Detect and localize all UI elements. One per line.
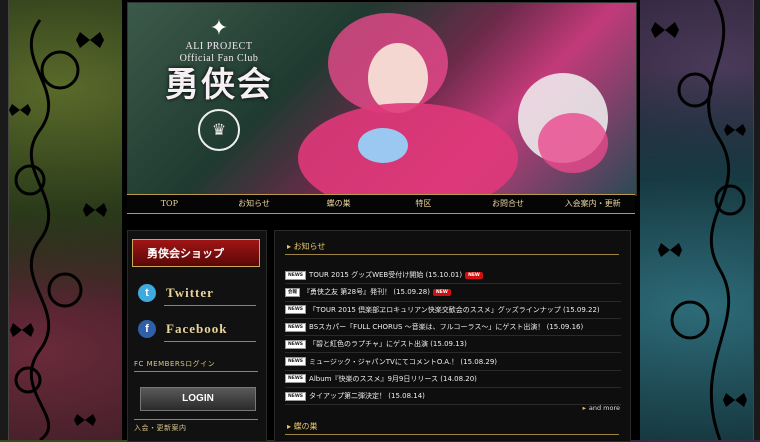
news-panel: ▸ お知らせ NEWS TOUR 2015 グッズWEB受付け開始 (15.10.… xyxy=(274,230,631,442)
news-list: NEWS TOUR 2015 グッズWEB受付け開始 (15.10.01) NEW … xyxy=(285,267,621,406)
news-tag: NEWS xyxy=(285,305,307,315)
news-tag: NEWS xyxy=(285,270,307,280)
news-text: TOUR 2015 グッズWEB受付け開始 (15.10.01) xyxy=(309,271,463,280)
twitter-label: Twitter xyxy=(166,285,214,300)
news-heading: ▸ お知らせ xyxy=(287,241,325,252)
butterfly-nest-heading: ▸ 蝶の巣 xyxy=(287,421,318,432)
site-container: ✦ ALI PROJECT Official Fan Club 勇侠会 ♛ TO… xyxy=(122,0,640,442)
news-tag: NEWS xyxy=(285,357,307,367)
login-section-title: FC MEMBERSログイン xyxy=(134,360,216,368)
divider xyxy=(285,254,619,255)
divider xyxy=(134,419,258,420)
news-item[interactable]: NEWS TOUR 2015 グッズWEB受付け開始 (15.10.01) NEW xyxy=(285,267,621,285)
news-text: BSスカパー「FULL CHORUS ～音楽は、フルコーラス～」にゲスト出演！ … xyxy=(309,323,584,332)
divider xyxy=(285,434,619,435)
nav-special[interactable]: 特区 xyxy=(381,195,466,213)
news-item[interactable]: NEWS ミュージック・ジャパンTVにてコメントO.A.！ (15.08.29) xyxy=(285,353,621,371)
facebook-icon: f xyxy=(138,320,156,338)
main-nav: TOP お知らせ 蝶の巣 特区 お問合せ 入会案内・更新 xyxy=(127,194,635,214)
sidebar: 勇侠会ショップ t Twitter f Facebook FC MEMBERSロ… xyxy=(127,230,267,442)
divider xyxy=(164,305,256,306)
news-text: タイアップ第二弾決定！ (15.08.14) xyxy=(309,392,425,401)
butterfly-ornament-left xyxy=(9,19,107,440)
twitter-icon: t xyxy=(138,284,156,302)
new-badge: NEW xyxy=(465,271,483,279)
nav-news[interactable]: お知らせ xyxy=(212,195,297,213)
news-heading-text: お知らせ xyxy=(293,242,326,251)
facebook-label: Facebook xyxy=(166,321,228,336)
news-tag: 会報 xyxy=(285,287,300,297)
logo-artist: ALI PROJECT xyxy=(185,41,253,52)
arrow-icon: ▸ xyxy=(582,404,586,412)
news-text: Album『快楽のススメ』9月9日リリース (14.08.20) xyxy=(309,374,477,383)
fanclub-logo: ✦ ALI PROJECT Official Fan Club 勇侠会 ♛ xyxy=(164,17,274,151)
logo-subtitle: Official Fan Club xyxy=(179,53,259,64)
nav-butterfly-nest[interactable]: 蝶の巣 xyxy=(296,195,381,213)
news-item[interactable]: NEWS 「碧と紅色のラプチャ」にゲスト出演 (15.09.13) xyxy=(285,336,621,354)
news-tag: NEWS xyxy=(285,391,307,401)
nav-top[interactable]: TOP xyxy=(127,195,212,213)
news-text: 『勇侠之友 第28号』発刊！ (15.09.28) xyxy=(303,288,430,297)
divider xyxy=(164,341,256,342)
nav-join[interactable]: 入会案内・更新 xyxy=(550,195,635,213)
facebook-link[interactable]: f Facebook xyxy=(138,319,256,342)
news-item[interactable]: NEWS タイアップ第二弾決定！ (15.08.14) xyxy=(285,388,621,406)
news-tag: NEWS xyxy=(285,322,307,332)
twitter-link[interactable]: t Twitter xyxy=(138,283,256,306)
logo-title: 勇侠会 xyxy=(165,65,273,105)
news-item[interactable]: NEWS Album『快楽のススメ』9月9日リリース (14.08.20) xyxy=(285,371,621,389)
butterfly-ornament-right xyxy=(651,0,747,440)
news-item[interactable]: 会報 『勇侠之友 第28号』発刊！ (15.09.28) NEW xyxy=(285,284,621,302)
news-text: 「TOUR 2015 倶楽部ヱロキュリアン快楽交歓会のススメ」グッズラインナップ… xyxy=(309,305,600,314)
divider xyxy=(134,371,258,372)
join-section-title[interactable]: 入会・更新案内 xyxy=(134,423,187,433)
news-tag: NEWS xyxy=(285,339,307,349)
news-item[interactable]: NEWS BSスカパー「FULL CHORUS ～音楽は、フルコーラス～」にゲスト… xyxy=(285,319,621,337)
butterfly-icon: ✦ xyxy=(209,16,229,41)
news-text: ミュージック・ジャパンTVにてコメントO.A.！ (15.08.29) xyxy=(309,357,498,366)
news-text: 「碧と紅色のラプチャ」にゲスト出演 (15.09.13) xyxy=(309,340,467,349)
news-tag: NEWS xyxy=(285,374,307,384)
nav-contact[interactable]: お問合せ xyxy=(466,195,551,213)
news-item[interactable]: NEWS 「TOUR 2015 倶楽部ヱロキュリアン快楽交歓会のススメ」グッズライ… xyxy=(285,302,621,319)
shop-button[interactable]: 勇侠会ショップ xyxy=(132,239,260,267)
header-banner: ✦ ALI PROJECT Official Fan Club 勇侠会 ♛ xyxy=(127,2,637,196)
login-button[interactable]: LOGIN xyxy=(140,387,256,411)
more-link[interactable]: ▸ and more xyxy=(583,404,620,412)
more-label: and more xyxy=(588,404,620,412)
crest-icon: ♛ xyxy=(198,109,240,151)
new-badge: NEW xyxy=(433,288,451,296)
butterfly-nest-heading-text: 蝶の巣 xyxy=(293,422,318,431)
